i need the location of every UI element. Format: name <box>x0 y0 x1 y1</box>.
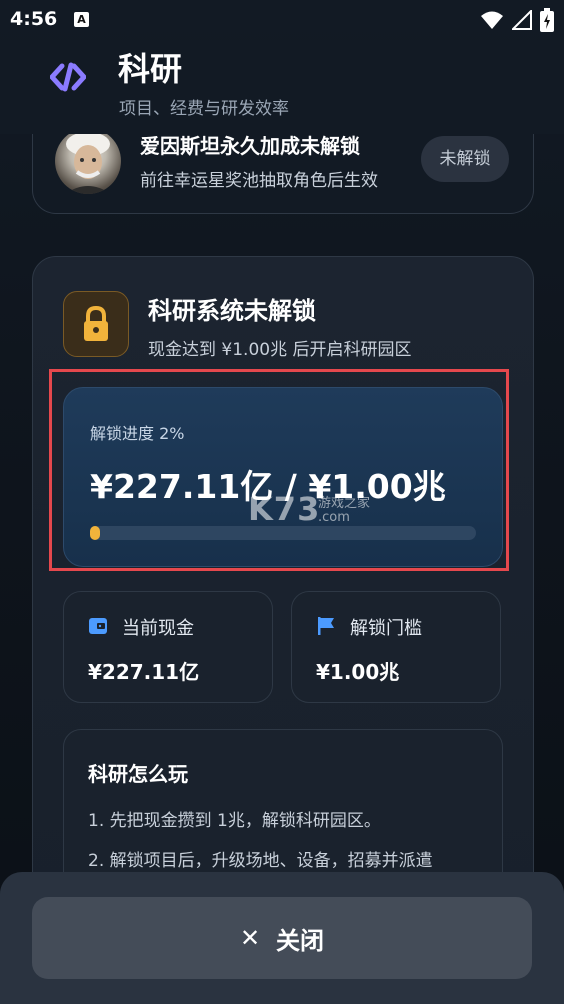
cash-value: ¥227.11亿 <box>88 660 200 684</box>
howto-item: 2. 解锁项目后，升级场地、设备，招募并派遣 <box>88 851 433 871</box>
cash-label: 当前现金 <box>122 618 194 639</box>
flag-icon <box>318 617 334 635</box>
code-logo-icon <box>50 62 86 92</box>
threshold-label: 解锁门槛 <box>350 618 422 639</box>
highlight-frame <box>49 369 509 571</box>
lock-icon <box>84 305 108 341</box>
close-label: 关闭 <box>276 926 325 955</box>
page-subtitle: 项目、经费与研发效率 <box>119 99 289 119</box>
lock-icon-box <box>63 291 129 357</box>
lock-title: 科研系统未解锁 <box>148 297 316 325</box>
notification-icon: A <box>74 12 89 27</box>
wifi-icon <box>481 11 503 29</box>
battery-icon <box>540 8 554 32</box>
howto-item: 1. 先把现金攒到 1兆，解锁科研园区。 <box>88 811 381 831</box>
einstein-avatar <box>55 128 121 194</box>
signal-icon <box>512 10 532 30</box>
wallet-icon <box>89 618 107 634</box>
close-icon: ✕ <box>239 924 261 952</box>
page-title: 科研 <box>118 50 183 88</box>
close-button[interactable]: ✕ 关闭 <box>32 897 532 979</box>
current-cash-card: 当前现金 ¥227.11亿 <box>63 591 273 703</box>
bottom-action-bar: ✕ 关闭 <box>0 872 564 1004</box>
howto-title: 科研怎么玩 <box>88 762 188 786</box>
research-lock-card: 科研系统未解锁 现金达到 ¥1.00兆 后开启科研园区 解锁进度 2% ¥227… <box>32 256 534 958</box>
status-icons <box>480 8 554 32</box>
status-time: 4:56 <box>10 8 58 30</box>
buff-desc: 前往幸运星奖池抽取角色后生效 <box>140 171 378 191</box>
lock-desc: 现金达到 ¥1.00兆 后开启科研园区 <box>148 340 412 360</box>
status-bar: 4:56 A <box>0 0 564 40</box>
unlock-threshold-card: 解锁门槛 ¥1.00兆 <box>291 591 501 703</box>
buff-title: 爱因斯坦永久加成未解锁 <box>140 134 360 158</box>
locked-badge[interactable]: 未解锁 <box>421 136 509 182</box>
threshold-value: ¥1.00兆 <box>316 660 400 684</box>
